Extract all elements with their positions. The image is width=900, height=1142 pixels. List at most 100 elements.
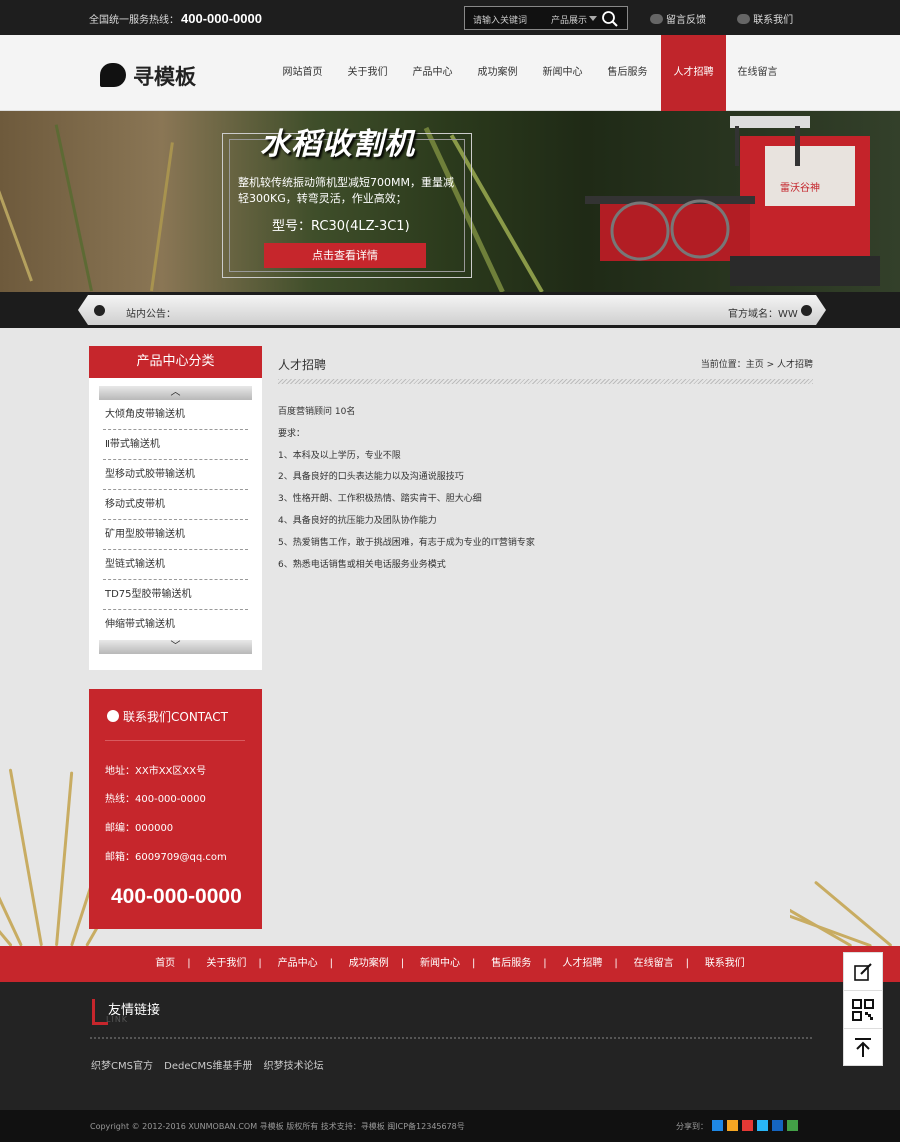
banner-model: 型号：RC30(4LZ-3C1) bbox=[272, 219, 410, 234]
separator: | bbox=[472, 958, 476, 969]
official-domain: 官方域名：WW bbox=[728, 309, 798, 320]
logo-mark bbox=[100, 63, 126, 87]
category-item[interactable]: 大倾角皮带输送机 bbox=[103, 400, 248, 430]
category-item[interactable]: 矿用型胶带输送机 bbox=[103, 520, 248, 550]
job-line: 6、熟悉电话销售或相关电话服务业务模式 bbox=[278, 559, 446, 570]
category-item[interactable]: TD75型胶带输送机 bbox=[103, 580, 248, 610]
search-input[interactable]: 请输入关键词 bbox=[473, 13, 527, 26]
search-box[interactable]: 请输入关键词 产品展示 bbox=[464, 6, 628, 30]
floating-toolbar bbox=[843, 952, 883, 1066]
breadcrumb: 当前位置：主页 > 人才招聘 bbox=[700, 360, 813, 370]
search-category-select[interactable]: 产品展示 bbox=[551, 13, 587, 26]
divider bbox=[105, 740, 245, 741]
share-more-icon[interactable] bbox=[712, 1120, 723, 1131]
harvester-image: 雷沃谷神 bbox=[585, 116, 880, 286]
grain-stalk bbox=[54, 124, 93, 292]
nav-news[interactable]: 新闻中心 bbox=[530, 35, 595, 111]
notice-icon bbox=[94, 305, 105, 316]
category-item[interactable]: 型移动式胶带输送机 bbox=[103, 460, 248, 490]
chevron-down-icon[interactable]: ﹀ bbox=[99, 640, 252, 654]
grain-stalk bbox=[0, 139, 33, 282]
banner-desc: 整机较传统振动筛机型减短700MM，重量减轻300KG，转弯灵活，作业高效； bbox=[238, 176, 454, 205]
category-item[interactable]: 型链式输送机 bbox=[103, 550, 248, 580]
footer-nav-news[interactable]: 新闻中心 bbox=[420, 946, 460, 982]
nav-service[interactable]: 售后服务 bbox=[595, 35, 660, 111]
banner[interactable]: 雷沃谷神 水稻收割机 整机较传统振动筛机型减短700MM，重量减轻300KG，转… bbox=[0, 111, 900, 292]
friend-link[interactable]: 织梦CMS官方 bbox=[91, 1061, 153, 1072]
category-item[interactable]: Ⅱ带式输送机 bbox=[103, 430, 248, 460]
category-item[interactable]: 伸缩带式输送机 bbox=[103, 610, 248, 640]
nav-cases[interactable]: 成功案例 bbox=[465, 35, 530, 111]
banner-details-button[interactable]: 点击查看详情 bbox=[264, 243, 426, 268]
share-qzone-icon[interactable] bbox=[727, 1120, 738, 1131]
wheat-stalk bbox=[813, 880, 893, 946]
nav-products[interactable]: 产品中心 bbox=[400, 35, 465, 111]
separator: | bbox=[258, 958, 262, 969]
nav-about[interactable]: 关于我们 bbox=[335, 35, 400, 111]
contact-link[interactable]: 联系我们 bbox=[737, 11, 807, 26]
logo-text: 寻模板 bbox=[133, 65, 196, 89]
footer-nav-about[interactable]: 关于我们 bbox=[206, 946, 246, 982]
footer-nav-jobs[interactable]: 人才招聘 bbox=[562, 946, 602, 982]
separator: | bbox=[685, 958, 689, 969]
friend-link[interactable]: DedeCMS维基手册 bbox=[164, 1061, 252, 1072]
page-title: 人才招聘 bbox=[278, 358, 327, 372]
job-line: 要求： bbox=[278, 428, 306, 439]
hotline: 全国统一服务热线： 400-000-0000 bbox=[89, 11, 262, 26]
share-wechat-icon[interactable] bbox=[787, 1120, 798, 1131]
footer-nav-cases[interactable]: 成功案例 bbox=[349, 946, 389, 982]
back-to-top-icon[interactable] bbox=[844, 1029, 882, 1067]
chevron-down-icon[interactable] bbox=[589, 16, 597, 21]
footer: 友情链接 LINK 织梦CMS官方 DedeCMS维基手册 织梦技术论坛 bbox=[0, 982, 900, 1110]
edit-icon[interactable] bbox=[844, 953, 882, 991]
share-tweibo-icon[interactable] bbox=[757, 1120, 768, 1131]
job-line: 1、本科及以上学历，专业不限 bbox=[278, 450, 401, 461]
category-list: 大倾角皮带输送机 Ⅱ带式输送机 型移动式胶带输送机 移动式皮带机 矿用型胶带输送… bbox=[99, 400, 252, 640]
footer-nav-message[interactable]: 在线留言 bbox=[634, 946, 674, 982]
wheat-stalk bbox=[790, 906, 873, 946]
feedback-link[interactable]: 留言反馈 bbox=[650, 11, 720, 26]
category-item[interactable]: 移动式皮带机 bbox=[103, 490, 248, 520]
friend-links-heading: 友情链接 LINK bbox=[92, 999, 172, 1025]
user-icon bbox=[737, 14, 751, 24]
separator: | bbox=[614, 958, 618, 969]
nav-jobs[interactable]: 人才招聘 bbox=[661, 35, 726, 111]
footer-nav-service[interactable]: 售后服务 bbox=[491, 946, 531, 982]
job-line: 4、具备良好的抗压能力及团队协作能力 bbox=[278, 515, 437, 526]
nav-home[interactable]: 网站首页 bbox=[270, 35, 335, 111]
job-description: 百度营销顾问 10名 要求： 1、本科及以上学历，专业不限 2、具备良好的口头表… bbox=[278, 402, 813, 576]
nav-message[interactable]: 在线留言 bbox=[725, 35, 790, 111]
search-icon[interactable] bbox=[601, 10, 619, 28]
footer-nav-home[interactable]: 首页 bbox=[155, 946, 175, 982]
top-links: 留言反馈 联系我们 bbox=[650, 11, 821, 26]
job-line: 3、性格开朗、工作积极热情、踏实肯干、胆大心细 bbox=[278, 494, 482, 505]
divider bbox=[278, 379, 813, 384]
contact-title: 联系我们CONTACT bbox=[107, 708, 228, 725]
contact-address: 地址：XX市XX区XX号 bbox=[105, 766, 207, 777]
friend-links: 织梦CMS官方 DedeCMS维基手册 织梦技术论坛 bbox=[91, 1057, 332, 1072]
qrcode-icon[interactable] bbox=[844, 991, 882, 1029]
contact-box: 联系我们CONTACT 地址：XX市XX区XX号 热线：400-000-0000… bbox=[89, 689, 262, 929]
svg-text:雷沃谷神: 雷沃谷神 bbox=[780, 181, 820, 194]
hotline-number: 400-000-0000 bbox=[181, 11, 262, 26]
footer-nav-products[interactable]: 产品中心 bbox=[278, 946, 318, 982]
share-renren-icon[interactable] bbox=[772, 1120, 783, 1131]
footer-nav-contact[interactable]: 联系我们 bbox=[705, 946, 745, 982]
friend-link[interactable]: 织梦技术论坛 bbox=[264, 1061, 324, 1072]
contact-email: 邮箱：6009709@qq.com bbox=[105, 852, 227, 863]
share-bar: 分享到： bbox=[676, 1120, 798, 1132]
notice-strip bbox=[78, 295, 826, 325]
separator: | bbox=[329, 958, 333, 969]
job-line: 百度营销顾问 10名 bbox=[278, 407, 356, 417]
divider bbox=[90, 1037, 813, 1039]
chevron-up-icon[interactable]: ︿ bbox=[99, 386, 252, 400]
share-weibo-icon[interactable] bbox=[742, 1120, 753, 1131]
separator: | bbox=[187, 958, 191, 969]
contact-hotline: 热线：400-000-0000 bbox=[105, 794, 206, 805]
contact-postcode: 邮编：000000 bbox=[105, 823, 174, 834]
separator: | bbox=[543, 958, 547, 969]
top-bar: 全国统一服务热线： 400-000-0000 请输入关键词 产品展示 留言反馈 联… bbox=[0, 0, 900, 35]
copyright: Copyright © 2012-2016 XUNMOBAN.COM 寻模板 版… bbox=[90, 1122, 465, 1131]
header: 寻模板 网站首页 关于我们 产品中心 成功案例 新闻中心 售后服务 人才招聘 在… bbox=[0, 35, 900, 111]
product-category-sidebar: 产品中心分类 ︿ 大倾角皮带输送机 Ⅱ带式输送机 型移动式胶带输送机 移动式皮带… bbox=[89, 346, 262, 670]
